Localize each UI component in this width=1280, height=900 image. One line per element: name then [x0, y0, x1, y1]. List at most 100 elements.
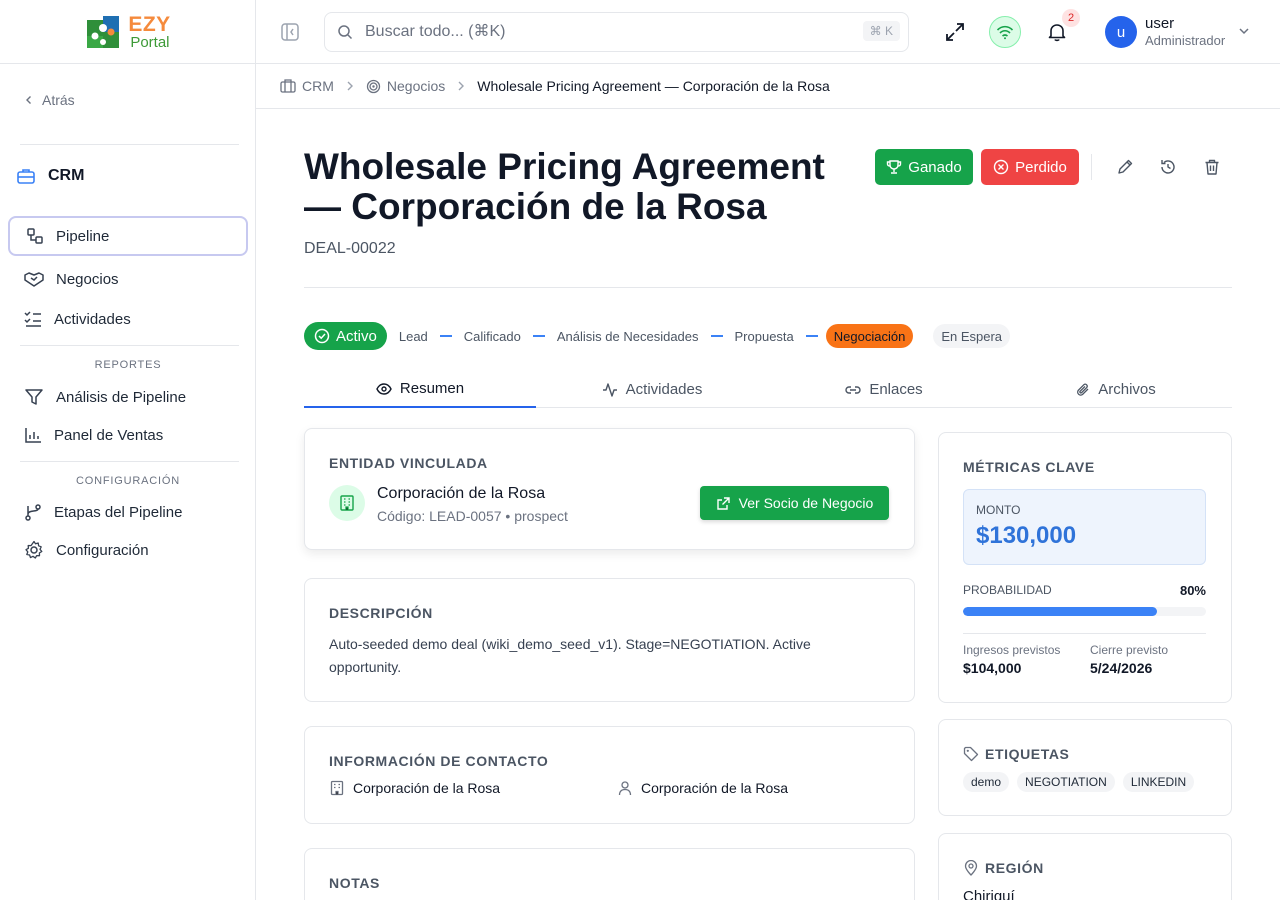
- deal-id: DEAL-00022: [304, 240, 396, 257]
- sidebar: EZY Portal Atrás CRM Pipeline Negocios A…: [0, 0, 256, 900]
- building-icon: [340, 495, 354, 511]
- building-icon: [330, 780, 344, 796]
- breadcrumb-crm[interactable]: CRM: [302, 78, 334, 94]
- fullscreen-button[interactable]: [944, 21, 966, 43]
- history-icon: [1161, 160, 1175, 174]
- tab-links[interactable]: Enlaces: [768, 371, 1000, 408]
- region-card: REGIÓN Chiriquí: [938, 833, 1232, 900]
- link-icon: [845, 385, 861, 394]
- gear-icon: [25, 540, 43, 559]
- contact-heading: INFORMACIÓN DE CONTACTO: [329, 753, 549, 769]
- region-value: Chiriquí: [963, 888, 1015, 900]
- git-branch-icon: [25, 504, 41, 521]
- key-metrics-card: MÉTRICAS CLAVE MONTO $130,000 PROBABILID…: [938, 432, 1232, 703]
- logo-line2: Portal: [130, 33, 170, 51]
- paperclip-icon: [1077, 383, 1089, 396]
- expected-close-label: Cierre previsto: [1090, 643, 1169, 657]
- wifi-icon: [996, 25, 1014, 40]
- back-label: Atrás: [42, 92, 75, 108]
- chevron-right-icon: [347, 81, 353, 91]
- avatar[interactable]: u: [1105, 16, 1137, 48]
- description-heading: DESCRIPCIÓN: [329, 605, 433, 621]
- divider: [304, 287, 1232, 288]
- checklist-icon: [24, 311, 41, 327]
- sidebar-item-label: Configuración: [56, 541, 149, 559]
- user-icon: [618, 781, 632, 796]
- sidebar-item-activities[interactable]: Actividades: [8, 299, 248, 339]
- bar-chart-icon: [25, 428, 41, 443]
- eye-icon: [376, 382, 392, 395]
- contact-person-name: Corporación de la Rosa: [641, 780, 789, 796]
- stage-lead[interactable]: Lead: [395, 329, 432, 344]
- mark-won-label: Ganado: [908, 158, 962, 176]
- divider: [20, 345, 239, 346]
- mark-lost-button[interactable]: Perdido: [981, 149, 1079, 185]
- check-circle-icon: [314, 328, 330, 344]
- linked-entity-card: ENTIDAD VINCULADA Corporación de la Rosa…: [304, 428, 915, 550]
- pencil-icon: [1118, 159, 1133, 174]
- back-link[interactable]: Atrás: [24, 92, 75, 108]
- user-menu-toggle[interactable]: [1238, 25, 1250, 37]
- tab-label: Archivos: [1098, 381, 1156, 398]
- expected-revenue-label: Ingresos previstos: [963, 643, 1061, 657]
- expected-revenue-value: $104,000: [963, 660, 1022, 676]
- briefcase-icon: [17, 169, 35, 184]
- tab-activities[interactable]: Actividades: [536, 371, 768, 408]
- user-role: Administrador: [1145, 33, 1226, 48]
- breadcrumb: CRM Negocios Wholesale Pricing Agreement…: [256, 64, 1280, 109]
- metrics-heading: MÉTRICAS CLAVE: [963, 459, 1095, 475]
- edit-button[interactable]: [1116, 158, 1134, 176]
- stage-on-hold[interactable]: En Espera: [933, 324, 1011, 348]
- entity-name[interactable]: Corporación de la Rosa: [377, 485, 545, 503]
- sidebar-item-pipeline-stages[interactable]: Etapas del Pipeline: [8, 492, 248, 532]
- history-button[interactable]: [1159, 158, 1177, 176]
- sidebar-item-pipeline[interactable]: Pipeline: [8, 216, 248, 256]
- stage-negotiation[interactable]: Negociación: [825, 324, 914, 348]
- notification-count-badge: 2: [1062, 9, 1080, 27]
- view-partner-label: Ver Socio de Negocio: [738, 495, 874, 511]
- sidebar-item-label: Pipeline: [56, 227, 110, 245]
- stage-qualified[interactable]: Calificado: [460, 329, 525, 344]
- logo[interactable]: EZY Portal: [0, 0, 255, 64]
- search-input[interactable]: [365, 23, 825, 41]
- logo-text: EZY Portal: [128, 14, 170, 50]
- tab-label: Actividades: [625, 381, 703, 398]
- divider: [1091, 154, 1092, 180]
- x-circle-icon: [993, 159, 1009, 175]
- stage-connector: [439, 335, 452, 337]
- shortcut-hint: ⌘ K: [862, 21, 900, 41]
- tag-icon: [963, 746, 979, 762]
- divider: [20, 461, 239, 462]
- expand-icon: [946, 23, 964, 41]
- mark-won-button[interactable]: Ganado: [875, 149, 973, 185]
- deal-detail: Wholesale Pricing Agreement — Corporació…: [256, 109, 1280, 900]
- probability-bar: [963, 607, 1206, 616]
- connection-status-button[interactable]: [989, 16, 1021, 48]
- tag-chip[interactable]: LINKEDIN: [1122, 772, 1195, 792]
- sidebar-item-settings[interactable]: Configuración: [8, 530, 248, 570]
- sidebar-item-label: Actividades: [54, 310, 131, 328]
- trash-icon: [1205, 159, 1219, 175]
- tag-chip[interactable]: demo: [963, 772, 1010, 792]
- probability-value: 80%: [1179, 583, 1206, 598]
- stage-needs-analysis[interactable]: Análisis de Necesidades: [553, 329, 703, 344]
- stage-proposal[interactable]: Propuesta: [731, 329, 798, 344]
- tab-files[interactable]: Archivos: [1000, 371, 1232, 408]
- entity-avatar: [329, 485, 365, 521]
- view-partner-button[interactable]: Ver Socio de Negocio: [700, 486, 889, 520]
- tag-chip[interactable]: NEGOTIATION: [1017, 772, 1115, 792]
- sidebar-collapse-icon: [281, 23, 299, 41]
- delete-button[interactable]: [1203, 158, 1221, 176]
- divider: [20, 144, 239, 145]
- global-search[interactable]: ⌘ K: [324, 12, 909, 52]
- sidebar-toggle-button[interactable]: [280, 22, 300, 42]
- breadcrumb-deals[interactable]: Negocios: [387, 78, 445, 94]
- sidebar-item-pipeline-analysis[interactable]: Análisis de Pipeline: [8, 377, 248, 417]
- building-icon: [280, 79, 296, 93]
- sidebar-item-deals[interactable]: Negocios: [8, 259, 248, 299]
- sidebar-item-sales-panel[interactable]: Panel de Ventas: [8, 415, 248, 455]
- ezy-logo-icon: [87, 15, 120, 48]
- tab-summary[interactable]: Resumen: [304, 371, 536, 408]
- search-icon: [338, 25, 353, 40]
- user-menu[interactable]: user Administrador: [1145, 15, 1225, 49]
